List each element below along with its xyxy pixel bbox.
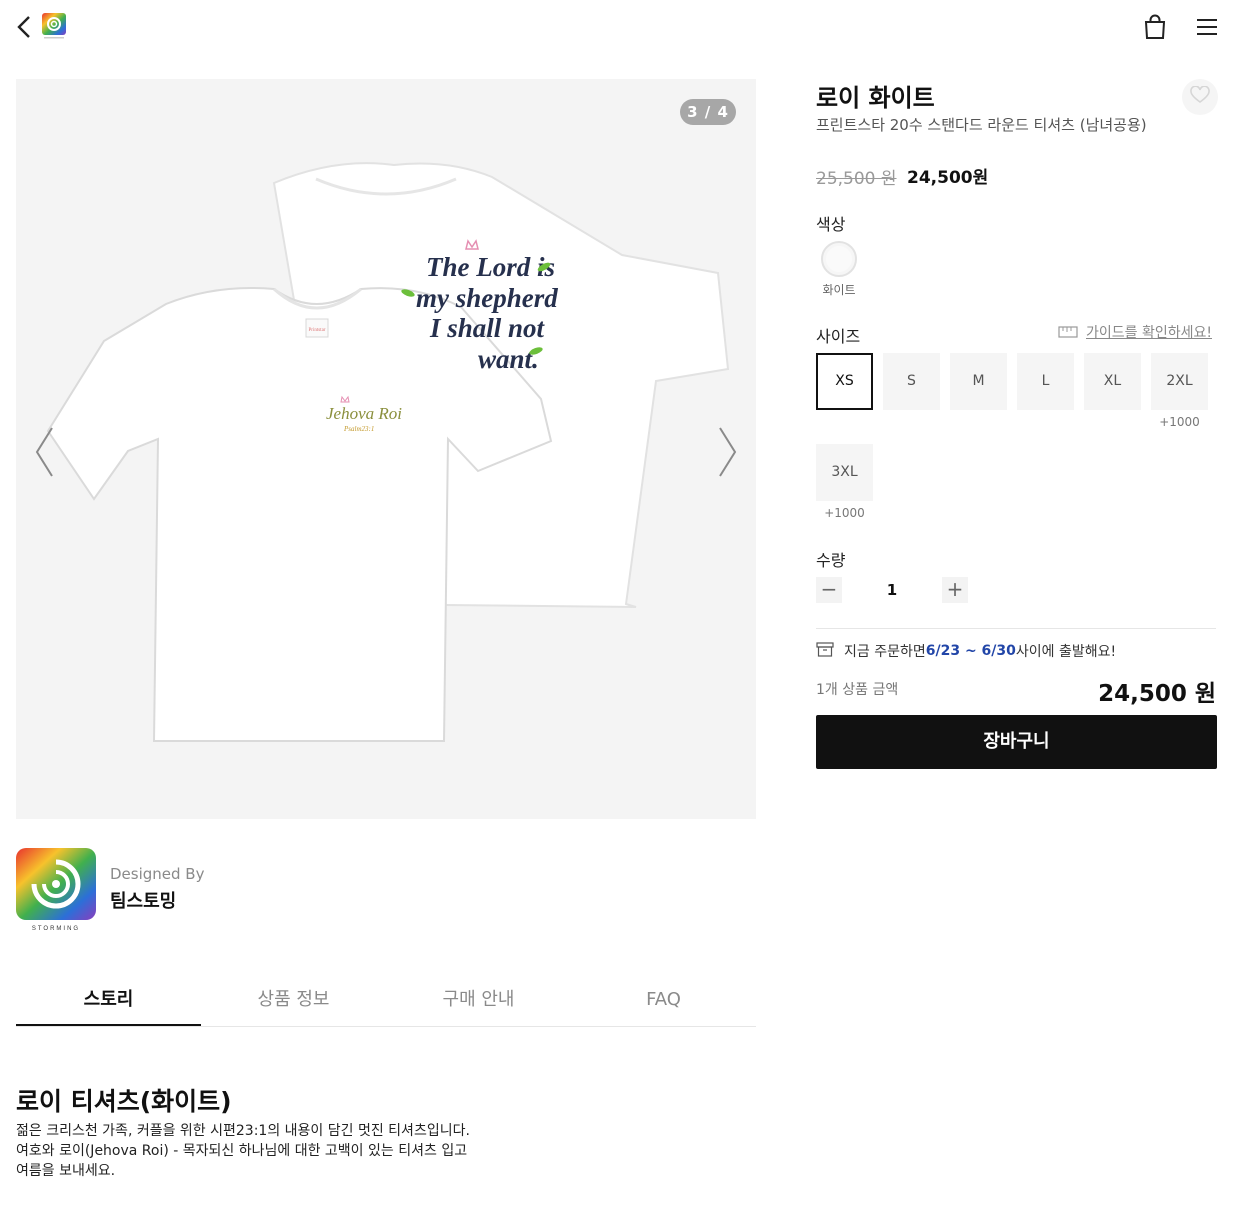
back-print-line-3: I shall not [429, 313, 546, 343]
shirt-tag-text: Printstar [309, 328, 326, 333]
size-option-2xl[interactable]: 2XL [1151, 353, 1208, 410]
color-name: 화이트 [822, 283, 856, 297]
size-option-xl[interactable]: XL [1084, 353, 1141, 410]
size-option-l[interactable]: L [1017, 353, 1074, 410]
tab-faq[interactable]: FAQ [571, 975, 756, 1026]
story-line: 젊은 크리스천 가족, 커플을 위한 시편23:1의 내용이 담긴 멋진 티셔츠… [16, 1123, 470, 1139]
front-print-line-2: Psalm23:1 [343, 425, 374, 433]
avatar-wordmark: STORMING [32, 926, 80, 932]
tab-story[interactable]: 스토리 [16, 975, 201, 1026]
size-option-m[interactable]: M [950, 353, 1007, 410]
product-image: Printstar The Lord is my shepherd I shal… [46, 162, 730, 742]
shipping-prefix: 지금 주문하면 [844, 644, 926, 660]
product-image-gallery[interactable]: Printstar The Lord is my shepherd I shal… [16, 79, 756, 819]
box-icon [816, 641, 834, 661]
product-subtitle: 프린트스타 20수 스탠다드 라운드 티셔츠 (남녀공용) [816, 116, 1147, 134]
size-label: 사이즈 [816, 327, 861, 346]
back-print-line-4: want. [478, 344, 539, 374]
size-option-s[interactable]: S [883, 353, 940, 410]
back-print-line-2: my shepherd [416, 283, 558, 313]
image-counter-badge: 3 / 4 [680, 99, 736, 125]
size-option-3xl[interactable]: 3XL [816, 444, 873, 501]
color-label: 색상 [816, 215, 846, 234]
story-line: 여호와 로이(Jehova Roi) - 목자되신 하나님에 대한 고백이 있는… [16, 1143, 468, 1179]
hamburger-menu-icon[interactable] [1196, 16, 1218, 38]
original-price: 25,500 원 [816, 169, 897, 189]
color-swatch-white[interactable] [821, 241, 857, 277]
shopping-bag-icon[interactable] [1142, 14, 1168, 40]
product-name: 로이 화이트 [816, 84, 935, 112]
designer-caption: Designed By [110, 865, 205, 883]
tab-product-info[interactable]: 상품 정보 [201, 975, 386, 1026]
chevron-right-icon [714, 427, 740, 484]
tab-purchase-guide[interactable]: 구매 안내 [386, 975, 571, 1026]
sale-price: 24,500원 [907, 168, 989, 188]
back-print-line-1: The Lord is [426, 252, 555, 282]
chevron-left-icon [32, 427, 58, 484]
size-guide-link[interactable]: 가이드를 확인하세요! [1058, 322, 1212, 342]
total-price: 24,500 원 [1098, 681, 1216, 707]
size-extra-charge: +1000 [824, 506, 865, 520]
total-label: 1개 상품 금액 [816, 682, 899, 698]
designer-name[interactable]: 팀스토밍 [110, 887, 176, 913]
shipping-suffix: 사이에 출발해요! [1015, 644, 1117, 660]
wishlist-button[interactable] [1182, 79, 1218, 115]
ruler-icon [1058, 323, 1078, 342]
quantity-label: 수량 [816, 551, 846, 570]
size-option-xs[interactable]: XS [816, 353, 873, 410]
size-guide-text: 가이드를 확인하세요! [1086, 325, 1212, 341]
story-body: 젊은 크리스천 가족, 커플을 위한 시편23:1의 내용이 담긴 멋진 티셔츠… [16, 1121, 478, 1181]
gallery-prev-arrow[interactable] [32, 424, 58, 480]
size-extra-charge: +1000 [1159, 415, 1200, 429]
story-title: 로이 티셔츠(화이트) [16, 1087, 232, 1116]
swirl-logo-icon[interactable] [41, 12, 67, 40]
quantity-value: 1 [886, 581, 898, 599]
add-to-cart-button[interactable]: 장바구니 [816, 715, 1217, 769]
front-print-line-1: Jehova Roi [326, 404, 402, 423]
back-icon[interactable] [14, 14, 36, 40]
divider [816, 628, 1216, 629]
top-header [0, 0, 1236, 56]
gallery-next-arrow[interactable] [714, 424, 740, 480]
heart-icon [1190, 85, 1210, 108]
quantity-increase-button[interactable]: + [942, 577, 968, 603]
quantity-decrease-button[interactable]: − [816, 577, 842, 603]
shipping-notice: 지금 주문하면 6/23 ~ 6/30 사이에 출발해요! [816, 641, 1116, 661]
shipping-dates: 6/23 ~ 6/30 [925, 643, 1016, 659]
detail-tabs: 스토리 상품 정보 구매 안내 FAQ [16, 975, 756, 1027]
designer-avatar[interactable]: STORMING [16, 848, 96, 932]
